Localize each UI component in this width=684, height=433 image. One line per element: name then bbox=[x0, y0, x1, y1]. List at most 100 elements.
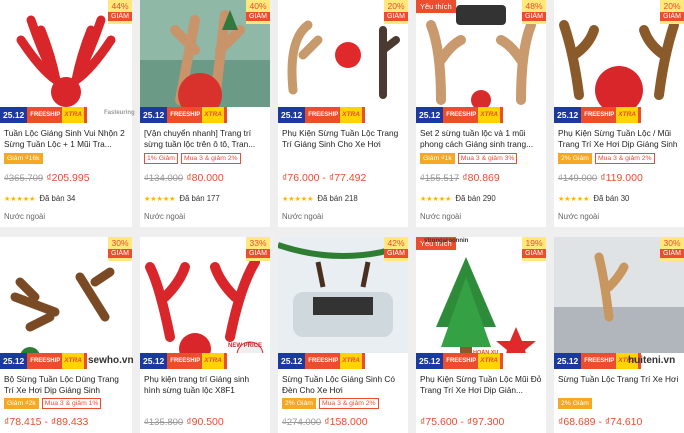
original-price: ₫135.800 bbox=[144, 417, 184, 428]
product-price: ₫155.517 ₫80.869 bbox=[420, 172, 542, 184]
rating-sold: ★★★★★ Đã bán 177 bbox=[144, 194, 220, 203]
product-card[interactable]: 25.12 FREESHIP XTRA 30% GIẢM Sừng Tuần Lộc … bbox=[554, 237, 684, 433]
star-rating-icon: ★★★★★ bbox=[282, 195, 314, 203]
star-rating-icon: ★★★★★ bbox=[420, 195, 452, 203]
voucher-tags: 2% Giảm Mua 3 & giảm 2% bbox=[282, 398, 406, 409]
watermark-right: huiteni.vn bbox=[628, 355, 676, 366]
sale-price: ₫75.600 - ₫97.300 bbox=[420, 416, 505, 428]
promo-date: 25.12 bbox=[0, 107, 28, 123]
image-caption: NEW PRICE bbox=[228, 343, 263, 349]
product-card[interactable]: 25.12 FREESHIP XTRA 20% GIẢM Phụ Kiện Sừng … bbox=[278, 0, 408, 227]
product-title[interactable]: Set 2 sừng tuần lộc và 1 mũi phong cách … bbox=[420, 128, 542, 150]
promo-date: 25.12 bbox=[554, 353, 582, 369]
favorite-badge: Yêu thích bbox=[416, 0, 456, 13]
rating-sold: ★★★★★ Đã bán 218 bbox=[282, 194, 358, 203]
original-price: ₫365.709 bbox=[4, 173, 44, 184]
freeship-badge: FREESHIP XTRA bbox=[305, 353, 365, 369]
product-price: ₫149.000 ₫119.000 bbox=[558, 172, 680, 184]
product-image[interactable]: 25.12 FREESHIP XTRA 40% GIẢM bbox=[140, 0, 270, 123]
product-card[interactable]: 25.12 FREESHIP XTRA 40% GIẢM [Vận chuyển nh… bbox=[140, 0, 270, 227]
product-title[interactable]: Phụ Kiện Sừng Tuần Lộc Mũi Đỏ Trang Trí … bbox=[420, 374, 542, 396]
promo-date: 25.12 bbox=[416, 353, 444, 369]
freeship-badge: FREESHIP XTRA bbox=[305, 107, 365, 123]
star-rating-icon: ★★★★★ bbox=[4, 195, 36, 203]
star-rating-icon: ★★★★★ bbox=[558, 195, 590, 203]
voucher-tag: Giảm ₫16k bbox=[4, 153, 43, 164]
product-card[interactable]: 25.12 FREESHIP XTRA 19% GIẢM Yêu thích Phụ K… bbox=[416, 237, 546, 433]
product-image[interactable]: 25.12 FREESHIP XTRA 44% GIẢM bbox=[0, 0, 132, 123]
promo-date: 25.12 bbox=[278, 107, 306, 123]
product-title[interactable]: Sừng Tuần Lộc Trang Trí Xe Hơi bbox=[558, 374, 680, 396]
freeship-badge: FREESHIP XTRA bbox=[443, 107, 503, 123]
promo-banner: 25.12 FREESHIP XTRA bbox=[140, 107, 270, 123]
freeship-badge: FREESHIP XTRA bbox=[581, 107, 641, 123]
promo-date: 25.12 bbox=[416, 107, 444, 123]
product-card[interactable]: 25.12 FREESHIP XTRA 30% GIẢM Bộ Sừng Tuần L… bbox=[0, 237, 132, 433]
product-title[interactable]: [Vận chuyển nhanh] Trang trí sừng tuần l… bbox=[144, 128, 266, 150]
product-image[interactable]: 25.12 FREESHIP XTRA 42% GIẢM bbox=[278, 237, 408, 369]
voucher-tags: Giảm ₫1k Mua 3 & giảm 3% bbox=[420, 153, 544, 164]
product-image[interactable]: 25.12 FREESHIP XTRA 20% GIẢM bbox=[278, 0, 408, 123]
discount-badge: 44% GIẢM bbox=[108, 0, 132, 24]
discount-badge: 20% GIẢM bbox=[660, 0, 684, 24]
promo-date: 25.12 bbox=[0, 353, 28, 369]
sold-count: Đã bán 218 bbox=[317, 194, 358, 203]
product-card[interactable]: 25.12 FREESHIP XTRA 42% GIẢM Sừng Tuần Lộc … bbox=[278, 237, 408, 433]
product-image[interactable]: 25.12 FREESHIP XTRA 20% GIẢM bbox=[554, 0, 684, 123]
voucher-tag: 2% Giảm bbox=[558, 153, 592, 164]
sold-count: Đã bán 30 bbox=[593, 194, 630, 203]
promo-banner: 25.12 FREESHIP XTRA bbox=[554, 107, 684, 123]
product-image[interactable]: 25.12 FREESHIP XTRA 30% GIẢM bbox=[554, 237, 684, 369]
rating-sold: ★★★★★ Đã bán 290 bbox=[420, 194, 496, 203]
product-price: ₫78.415 - ₫89.433 bbox=[4, 416, 128, 428]
voucher-tag: Giảm ₫1k bbox=[420, 153, 455, 164]
discount-badge: 33% GIẢM bbox=[246, 237, 270, 261]
product-card[interactable]: 25.12 FREESHIP XTRA 48% GIẢM Yêu thích Set 2… bbox=[416, 0, 546, 227]
promo-date: 25.12 bbox=[554, 107, 582, 123]
product-card[interactable]: 25.12 FREESHIP XTRA 20% GIẢM Phụ Kiện Sừng … bbox=[554, 0, 684, 227]
original-price: ₫155.517 bbox=[420, 173, 460, 184]
sale-price: ₫78.415 - ₫89.433 bbox=[4, 416, 89, 428]
voucher-tags: Giảm ₫16k bbox=[4, 153, 130, 164]
star-rating-icon: ★★★★★ bbox=[144, 195, 176, 203]
original-price: ₫149.000 bbox=[558, 173, 598, 184]
product-price: ₫68.689 - ₫74.610 bbox=[558, 416, 680, 428]
product-title[interactable]: Phụ Kiện Sừng Tuần Lộc / Mũi Trang Trí X… bbox=[558, 128, 680, 150]
product-image[interactable]: 25.12 FREESHIP XTRA 30% GIẢM bbox=[0, 237, 132, 369]
original-price: ₫274.000 bbox=[282, 417, 322, 428]
voucher-tag: Mua 3 & giảm 3% bbox=[457, 153, 518, 164]
sold-count: Đã bán 177 bbox=[179, 194, 220, 203]
sale-price: ₫205.995 bbox=[46, 172, 90, 184]
voucher-tag: Mua 3 & giảm 1% bbox=[41, 398, 102, 409]
sale-price: ₫68.689 - ₫74.610 bbox=[558, 416, 643, 428]
product-title[interactable]: Tuần Lộc Giáng Sinh Vui Nhộn 2 Sừng Tuần… bbox=[4, 128, 128, 150]
sale-price: ₫76.000 - ₫77.492 bbox=[282, 172, 367, 184]
freeship-badge: FREESHIP XTRA bbox=[167, 353, 227, 369]
product-price: ₫135.800 ₫90.500 bbox=[144, 416, 266, 428]
promo-banner: 25.12 FREESHIP XTRA bbox=[278, 353, 408, 369]
product-title[interactable]: Sừng Tuần Lộc Giáng Sinh Có Đèn Cho Xe H… bbox=[282, 374, 404, 396]
ship-from: Nước ngoài bbox=[558, 212, 600, 221]
product-card[interactable]: 25.12 FREESHIP XTRA 33% GIẢM Phụ kiện trang… bbox=[140, 237, 270, 433]
rating-sold: ★★★★★ Đã bán 30 bbox=[558, 194, 629, 203]
rating-sold: ★★★★★ Đã bán 34 bbox=[4, 194, 75, 203]
voucher-tags: 1% Giảm Mua 3 & giảm 2% bbox=[144, 153, 268, 164]
promo-banner: 25.12 FREESHIP XTRA bbox=[416, 107, 546, 123]
voucher-tag: 2% Giảm bbox=[282, 398, 316, 409]
voucher-tag: 1% Giảm bbox=[144, 153, 178, 164]
ship-from: Nước ngoài bbox=[282, 212, 324, 221]
voucher-tag: Mua 3 & giảm 2% bbox=[318, 398, 379, 409]
product-title[interactable]: Phụ Kiện Sừng Tuần Lộc Trang Trí Giáng S… bbox=[282, 128, 404, 150]
product-image[interactable]: 25.12 FREESHIP XTRA 48% GIẢM Yêu thích bbox=[416, 0, 546, 123]
discount-badge: 48% GIẢM bbox=[522, 0, 546, 24]
product-title[interactable]: Phụ kiện trang trí Giáng sinh hình sừng … bbox=[144, 374, 266, 396]
ship-from: Nước ngoài bbox=[144, 212, 186, 221]
product-price: ₫134.000 ₫80.000 bbox=[144, 172, 266, 184]
product-image[interactable]: 25.12 FREESHIP XTRA 33% GIẢM bbox=[140, 237, 270, 369]
voucher-tag: 2% Giảm bbox=[558, 398, 592, 409]
product-grid: 25.12 FREESHIP XTRA 44% GIẢM Tuần Lộc Giáng… bbox=[0, 0, 684, 433]
ship-from: Nước ngoài bbox=[4, 212, 46, 221]
voucher-tag: Giảm ₫2k bbox=[4, 398, 39, 409]
product-title[interactable]: Bộ Sừng Tuần Lộc Dùng Trang Trí Xe Hơi D… bbox=[4, 374, 128, 396]
voucher-tags: 2% Giảm Mua 3 & giảm 2% bbox=[558, 153, 682, 164]
